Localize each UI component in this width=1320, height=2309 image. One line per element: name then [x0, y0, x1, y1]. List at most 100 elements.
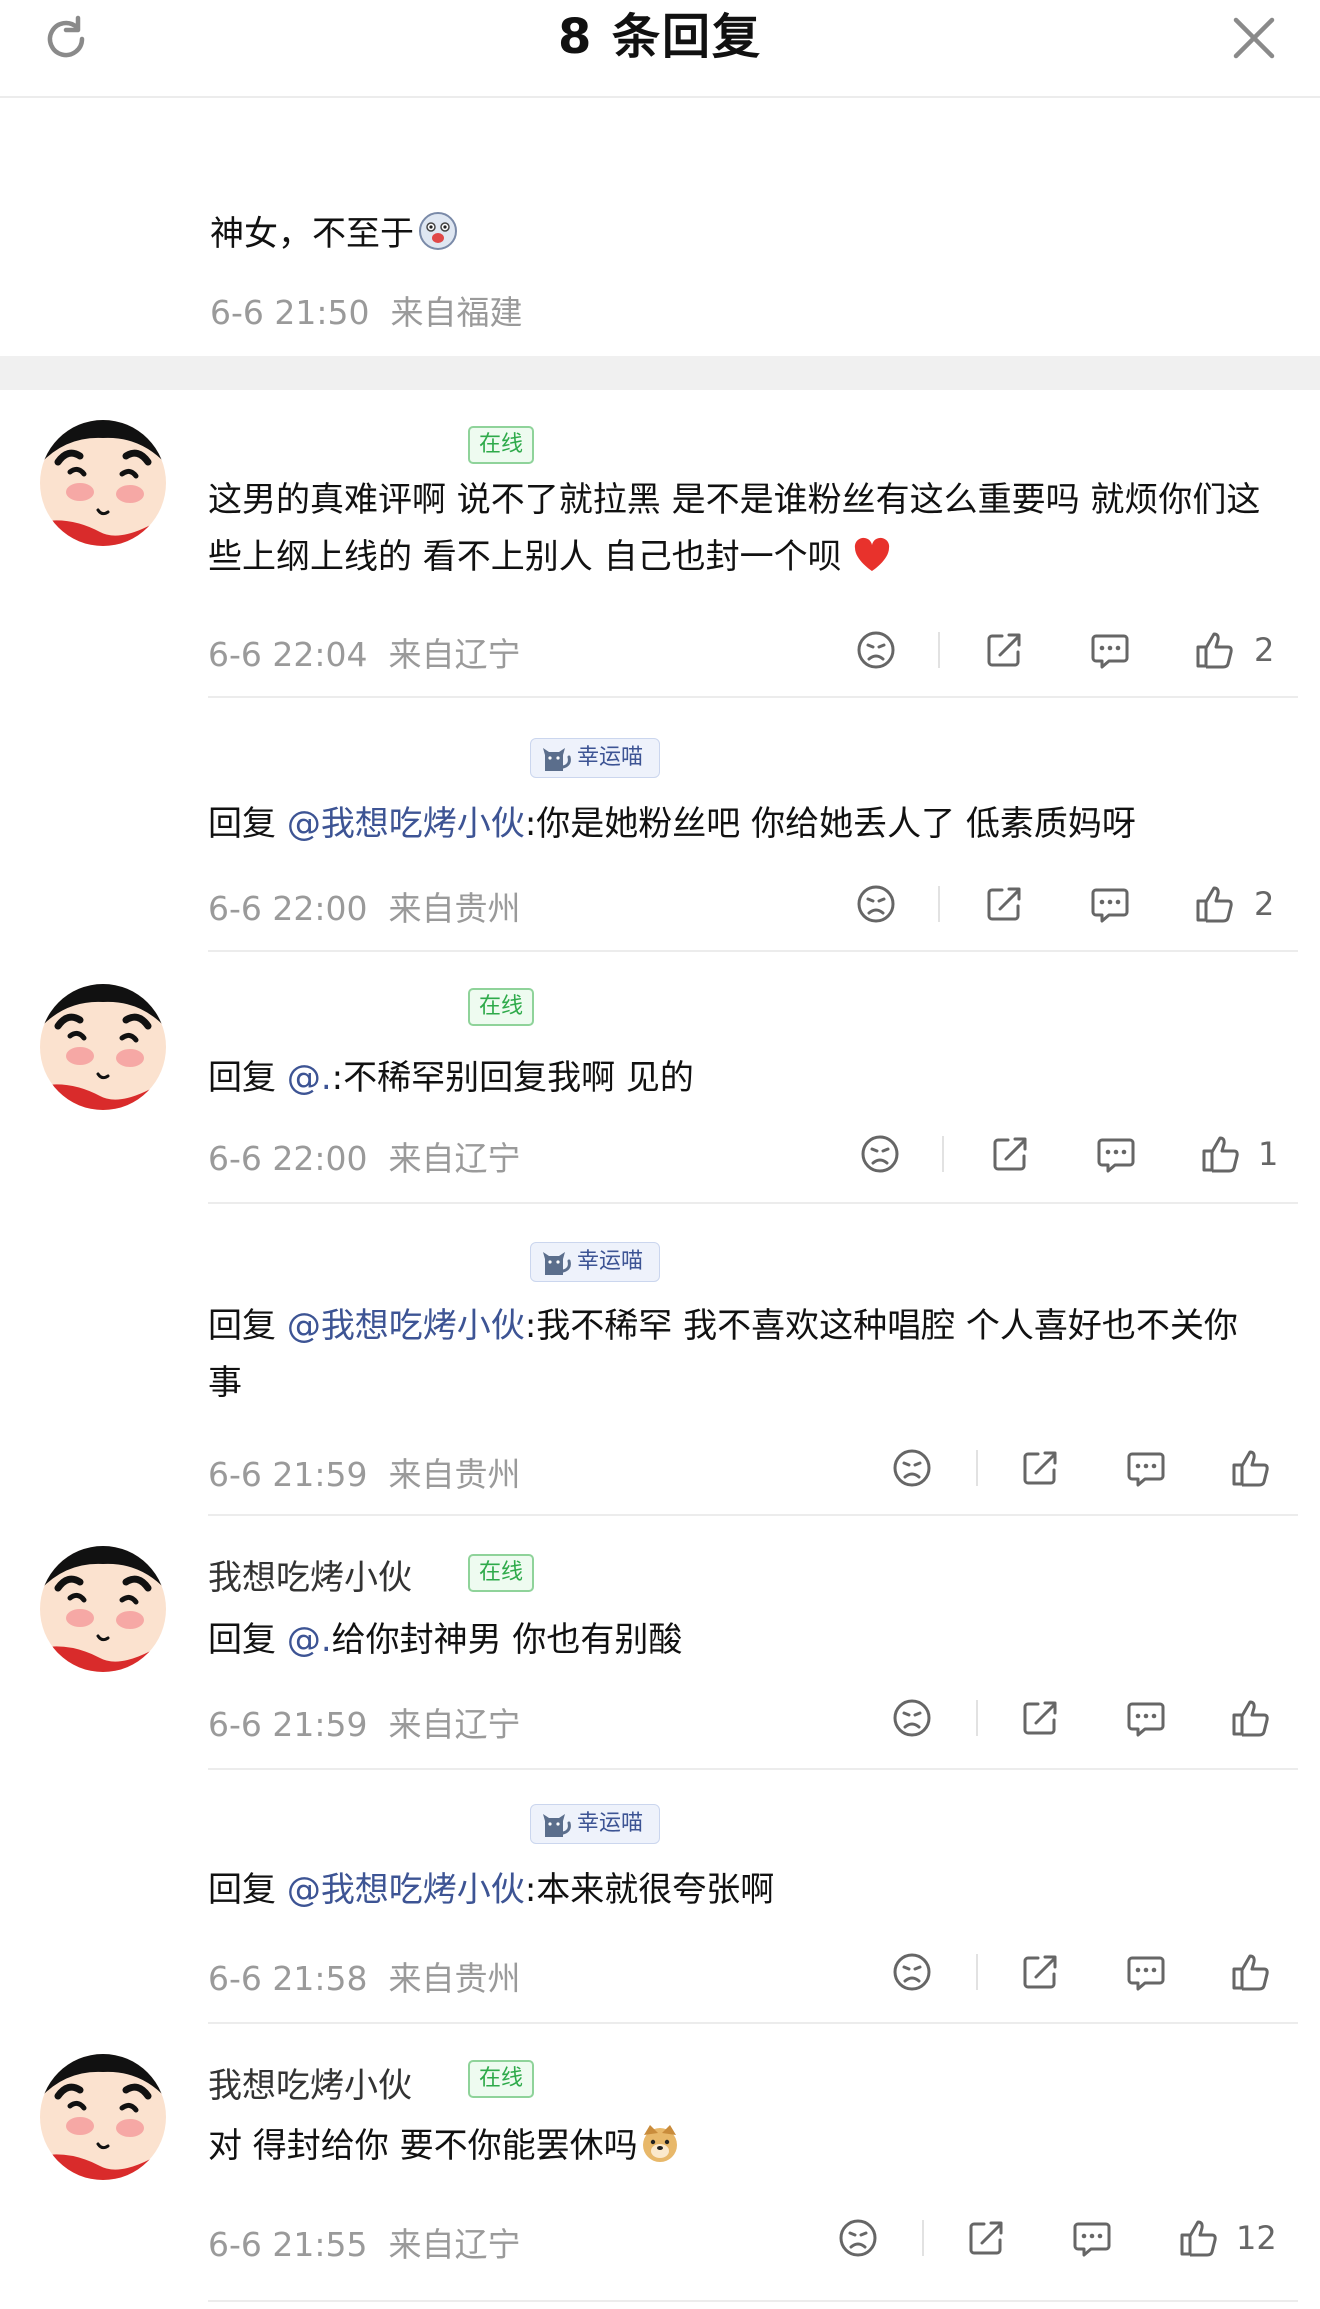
comment-icon[interactable]: [1124, 1950, 1168, 1994]
dislike-icon[interactable]: [890, 1950, 934, 1994]
share-icon[interactable]: [982, 628, 1026, 672]
comment-icon[interactable]: [1070, 2216, 1114, 2260]
action-bar: [0, 1446, 1320, 1494]
reply-text: 对 得封给你 要不你能罢休吗: [208, 2126, 638, 2166]
mention-link[interactable]: @.: [287, 1058, 332, 1098]
root-comment: 神女，不至于 6-6 21:50 来自福建: [0, 98, 1320, 356]
online-badge: 在线: [468, 426, 534, 464]
reply-body: 这男的真难评啊 说不了就拉黑 是不是谁粉丝有这么重要吗 就烦你们这些上纲上线的 …: [208, 472, 1268, 586]
avatar[interactable]: [40, 2054, 166, 2180]
action-bar: 1: [0, 1132, 1320, 1180]
action-bar: 2: [0, 628, 1320, 676]
reply-text: :不稀罕别回复我啊 见的: [331, 1058, 694, 1098]
reply-item: 我想吃烤小伙 在线对 得封给你 要不你能罢休吗 6-6 21:55 来自辽宁 12: [0, 2024, 1320, 2302]
root-comment-text: 神女，不至于: [210, 206, 458, 255]
online-badge: 在线: [468, 988, 534, 1026]
divider: [976, 1954, 978, 1990]
dog-face-emoji: [419, 212, 457, 250]
reply-text: 回复: [208, 804, 287, 844]
comment-icon[interactable]: [1124, 1696, 1168, 1740]
share-icon[interactable]: [964, 2216, 1008, 2260]
section-gap: [0, 356, 1320, 390]
cat-icon: [543, 1814, 571, 1837]
action-bar: [0, 1950, 1320, 1998]
share-icon[interactable]: [1018, 1950, 1062, 1994]
lucky-cat-badge: 幸运喵: [530, 1242, 660, 1282]
online-badge: 在线: [468, 1554, 534, 1592]
reply-text: :本来就很夸张啊: [524, 1870, 775, 1910]
mention-link[interactable]: @.: [287, 1620, 332, 1660]
like-icon[interactable]: [1198, 1132, 1242, 1176]
username[interactable]: 我想吃烤小伙: [208, 2058, 412, 2107]
reply-text: 回复: [208, 1306, 287, 1346]
mention-link[interactable]: @我想吃烤小伙: [287, 1306, 525, 1346]
reply-item: 幸运喵 回复 @我想吃烤小伙:我不稀罕 我不喜欢这种唱腔 个人喜好也不关你事 6-6…: [0, 1204, 1320, 1516]
divider: [976, 1450, 978, 1486]
like-count: 2: [1254, 885, 1275, 923]
heart-emoji: [855, 537, 890, 571]
mention-link[interactable]: @我想吃烤小伙: [287, 1870, 525, 1910]
dislike-icon[interactable]: [890, 1696, 934, 1740]
share-icon[interactable]: [988, 1132, 1032, 1176]
root-comment-meta: 6-6 21:50 来自福建: [210, 286, 522, 334]
comment-time: 6-6 21:50: [210, 293, 370, 332]
reply-text: 回复: [208, 1058, 287, 1098]
reply-item: 我想吃烤小伙 在线 回复 @.给你封神男 你也有别酸 6-6 21:59 来自辽宁: [0, 1516, 1320, 1770]
like-count: 12: [1236, 2219, 1277, 2257]
dislike-icon[interactable]: [890, 1446, 934, 1490]
cat-icon: [543, 1252, 571, 1275]
header: 8 条回复: [0, 0, 1320, 98]
badge-label: 幸运喵: [577, 745, 644, 770]
divider: [922, 2220, 924, 2256]
avatar[interactable]: [40, 1546, 166, 1672]
like-count: 2: [1254, 631, 1275, 669]
comment-location: 来自福建: [390, 293, 523, 332]
dislike-icon[interactable]: [858, 1132, 902, 1176]
online-badge: 在线: [468, 2060, 534, 2098]
dislike-icon[interactable]: [854, 628, 898, 672]
close-icon[interactable]: [1228, 12, 1280, 64]
page-title: 8 条回复: [557, 9, 763, 65]
divider: [976, 1700, 978, 1736]
reply-text: 回复: [208, 1870, 287, 1910]
reply-divider: [208, 2300, 1298, 2302]
like-icon[interactable]: [1228, 1950, 1272, 1994]
action-bar: 12: [0, 2216, 1320, 2264]
divider: [938, 886, 940, 922]
like-icon[interactable]: [1228, 1696, 1272, 1740]
dislike-icon[interactable]: [854, 882, 898, 926]
reply-text: :你是她粉丝吧 你给她丢人了 低素质妈呀: [524, 804, 1136, 844]
reply-item: 幸运喵 回复 @我想吃烤小伙:本来就很夸张啊 6-6 21:58 来自贵州: [0, 1770, 1320, 2024]
divider: [938, 632, 940, 668]
comment-icon[interactable]: [1088, 882, 1132, 926]
share-icon[interactable]: [1018, 1446, 1062, 1490]
username[interactable]: 我想吃烤小伙: [208, 1550, 412, 1599]
like-icon[interactable]: [1228, 1446, 1272, 1490]
avatar[interactable]: [40, 420, 166, 546]
badge-label: 幸运喵: [577, 1249, 644, 1274]
reply-item: 幸运喵 回复 @我想吃烤小伙:你是她粉丝吧 你给她丢人了 低素质妈呀 6-6 22:…: [0, 698, 1320, 952]
reply-body: 回复 @.:不稀罕别回复我啊 见的: [208, 1050, 1268, 1107]
comment-icon[interactable]: [1088, 628, 1132, 672]
like-icon[interactable]: [1192, 628, 1236, 672]
reply-body: 回复 @.给你封神男 你也有别酸: [208, 1612, 1268, 1669]
reply-text: 给你封神男 你也有别酸: [331, 1620, 683, 1660]
like-icon[interactable]: [1192, 882, 1236, 926]
action-bar: 2: [0, 882, 1320, 930]
mention-link[interactable]: @我想吃烤小伙: [287, 804, 525, 844]
lucky-cat-badge: 幸运喵: [530, 1804, 660, 1844]
dislike-icon[interactable]: [836, 2216, 880, 2260]
reply-body: 回复 @我想吃烤小伙:你是她粉丝吧 你给她丢人了 低素质妈呀: [208, 796, 1268, 853]
dog-emoji: [642, 2125, 677, 2162]
divider: [942, 1136, 944, 1172]
share-icon[interactable]: [1018, 1696, 1062, 1740]
reply-body: 回复 @我想吃烤小伙:我不稀罕 我不喜欢这种唱腔 个人喜好也不关你事: [208, 1298, 1268, 1412]
share-icon[interactable]: [982, 882, 1026, 926]
comment-icon[interactable]: [1124, 1446, 1168, 1490]
avatar[interactable]: [40, 984, 166, 1110]
comment-icon[interactable]: [1094, 1132, 1138, 1176]
reply-text: 这男的真难评啊 说不了就拉黑 是不是谁粉丝有这么重要吗 就烦你们这些上纲上线的 …: [208, 480, 1261, 577]
reply-text: 回复: [208, 1620, 287, 1660]
lucky-cat-badge: 幸运喵: [530, 738, 660, 778]
like-icon[interactable]: [1176, 2216, 1220, 2260]
